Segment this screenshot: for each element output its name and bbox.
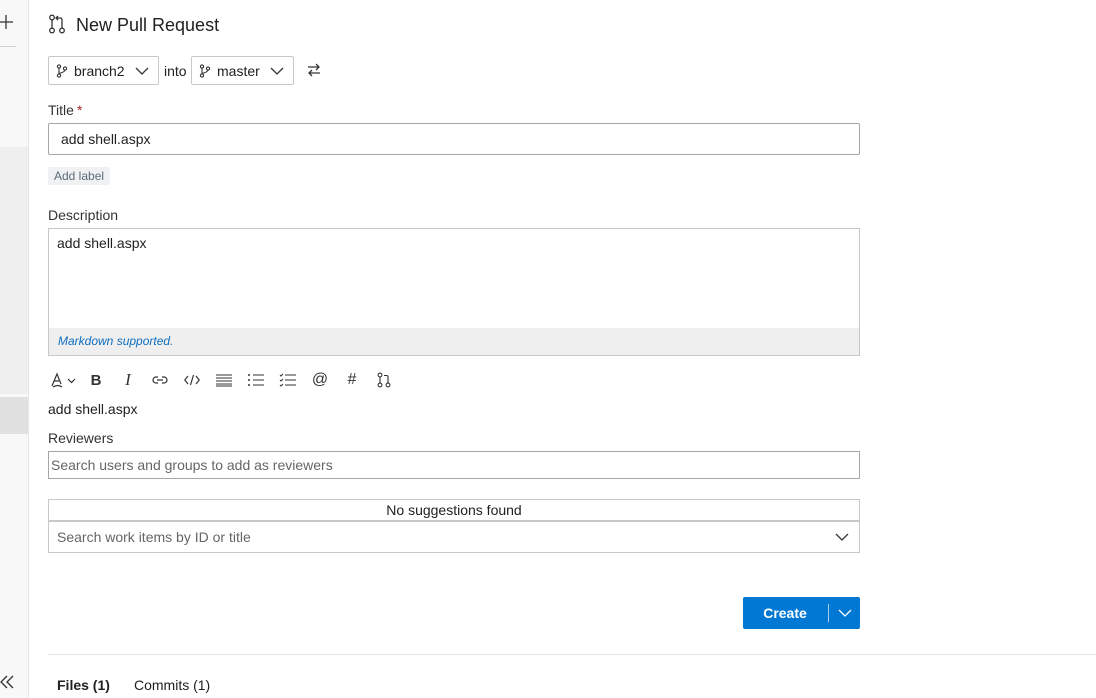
pull-request-link-icon[interactable] xyxy=(374,370,394,390)
pull-request-icon xyxy=(48,14,66,34)
tab-files[interactable]: Files (1) xyxy=(57,677,110,693)
chevron-down-icon[interactable] xyxy=(835,532,849,542)
branch-icon xyxy=(199,63,211,78)
into-label: into xyxy=(164,63,187,79)
numbered-list-icon[interactable] xyxy=(246,370,266,390)
description-text[interactable]: add shell.aspx xyxy=(57,235,147,251)
code-icon[interactable] xyxy=(182,370,202,390)
required-indicator: * xyxy=(76,102,83,118)
create-split-button: Create xyxy=(743,597,860,629)
checklist-icon[interactable] xyxy=(278,370,298,390)
rail-section xyxy=(0,147,28,394)
description-preview: add shell.aspx xyxy=(48,401,138,417)
add-label-button[interactable]: Add label xyxy=(48,167,111,185)
link-icon[interactable] xyxy=(150,370,170,390)
rail-divider xyxy=(0,46,16,47)
bold-icon[interactable]: B xyxy=(86,370,106,390)
create-options-button[interactable] xyxy=(829,597,860,629)
swap-branches-icon[interactable] xyxy=(306,63,322,77)
italic-icon[interactable]: I xyxy=(118,370,138,390)
markdown-bar: Markdown supported. xyxy=(49,328,859,355)
bulleted-list-icon[interactable] xyxy=(214,370,234,390)
rail-selected-item[interactable] xyxy=(0,397,28,434)
plus-icon[interactable] xyxy=(0,12,14,32)
mention-icon[interactable]: @ xyxy=(310,370,330,390)
markdown-hint-link[interactable]: Markdown supported. xyxy=(58,334,173,348)
work-items-search-input[interactable]: Search work items by ID or title xyxy=(48,521,860,553)
work-items-placeholder: Search work items by ID or title xyxy=(57,529,251,545)
branch-icon xyxy=(56,63,68,78)
reviewers-label: Reviewers xyxy=(48,430,114,446)
description-textarea[interactable]: add shell.aspx Markdown supported. xyxy=(48,228,860,356)
chevron-down-icon xyxy=(838,609,851,617)
chevron-down-icon xyxy=(270,67,284,75)
page-title: New Pull Request xyxy=(76,15,220,35)
tab-commits[interactable]: Commits (1) xyxy=(134,677,210,693)
title-label: Title * xyxy=(48,102,82,118)
source-branch-dropdown[interactable]: branch2 xyxy=(48,56,159,85)
hashtag-icon[interactable]: # xyxy=(342,370,362,390)
no-suggestions-message: No suggestions found xyxy=(48,499,860,521)
collapse-icon[interactable] xyxy=(0,674,14,690)
source-branch-label: branch2 xyxy=(74,62,125,79)
create-button[interactable]: Create xyxy=(743,597,827,629)
description-label: Description xyxy=(48,207,119,223)
tabs-divider xyxy=(48,654,1096,655)
title-input[interactable]: add shell.aspx xyxy=(48,123,860,155)
reviewers-search-input[interactable]: Search users and groups to add as review… xyxy=(48,451,860,479)
target-branch-dropdown[interactable]: master xyxy=(191,56,294,85)
format-icon[interactable] xyxy=(48,370,78,390)
title-label-text: Title xyxy=(48,102,74,118)
target-branch-label: master xyxy=(217,62,260,79)
chevron-down-icon xyxy=(135,67,149,75)
